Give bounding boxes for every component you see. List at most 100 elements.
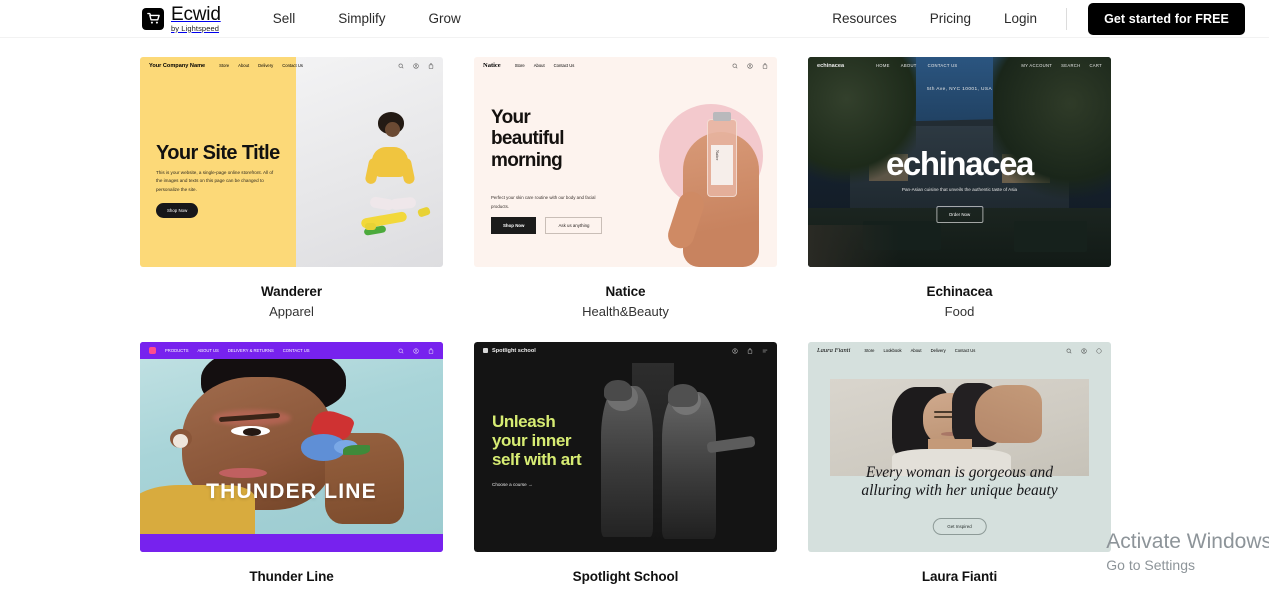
nav-item-sell[interactable]: Sell [273,11,296,26]
nav-item-simplify[interactable]: Simplify [338,11,385,26]
preview-navbar: Spotlight school [474,342,777,359]
template-thumbnail-laura-fianti[interactable]: Every woman is gorgeous and alluring wit… [808,342,1111,552]
preview-heading-line-2: your inner [492,431,572,451]
template-thumbnail-thunder-line[interactable]: THUNDER LINE PRODUCTS ABOUT US DELIVERY … [140,342,443,552]
model-shoe-left [365,222,377,230]
preview-heading-line-3: morning [491,149,563,171]
school-logo-icon [483,348,488,353]
template-card-wanderer[interactable]: Your Site Title This is your website, a … [140,57,443,319]
preview-shop-now-button[interactable]: Shop Now [491,217,537,234]
model-face [384,122,400,138]
preview-nav-store[interactable]: Store [219,63,229,68]
model-shoe-right [417,206,431,218]
preview-nav-about[interactable]: ABOUT [901,63,917,68]
bag-icon[interactable] [428,62,434,69]
preview-nav-delivery[interactable]: Delivery [258,63,273,68]
preview-navbar: PRODUCTS ABOUT US DELIVERY & RETURNS CON… [140,342,443,359]
cart-logo-icon [149,347,156,354]
preview-logo: Your Company Name [149,62,206,69]
template-card-thunder-line[interactable]: THUNDER LINE PRODUCTS ABOUT US DELIVERY … [140,342,443,589]
preview-navbar: Laura Fianti Store Lookbook About Delive… [808,342,1111,359]
bottle-label: Natice [711,145,733,185]
bottle-label-text: Natice [715,150,720,161]
preview-heading-line-3: self with art [492,450,582,470]
model-arm [975,384,1043,443]
model-leg-right [389,196,417,211]
template-category: Food [944,304,975,319]
nav-item-grow[interactable]: Grow [428,11,460,26]
account-icon[interactable] [747,62,753,69]
preview-nav-store[interactable]: Store [864,348,874,353]
nav-item-login[interactable]: Login [1004,11,1037,26]
preview-nav-delivery[interactable]: Delivery [931,348,946,353]
template-thumbnail-echinacea[interactable]: 5th Ave, NYC 10001, USA echinacea Pan-As… [808,57,1111,267]
account-icon[interactable] [413,347,419,354]
preview-nav-about[interactable]: About [911,348,922,353]
preview-quote-line-2: alluring with her unique beauty [861,481,1058,499]
preview-ask-us-button[interactable]: Ask us anything [545,217,603,234]
preview-order-now-button[interactable]: Order Now [935,206,984,223]
ecwid-logo[interactable]: Ecwid by Lightspeed [142,5,221,33]
bag-icon[interactable] [428,347,434,354]
preview-nav-contact[interactable]: Contact Us [955,348,976,353]
preview-nav-products[interactable]: PRODUCTS [165,348,189,353]
account-icon[interactable] [413,62,419,69]
template-card-spotlight-school[interactable]: Unleash your inner self with art Choose … [474,342,777,589]
preview-heading-line-1: Your [491,107,531,128]
model-sweater [372,147,409,178]
preview-logo: Natice [483,62,501,69]
search-icon[interactable] [398,63,404,69]
preview-body: Perfect your skin care routine with our … [491,195,596,209]
template-card-echinacea[interactable]: 5th Ave, NYC 10001, USA echinacea Pan-As… [808,57,1111,319]
get-started-button[interactable]: Get started for FREE [1088,2,1245,35]
template-category: Health&Beauty [582,304,669,319]
preview-nav-about-us[interactable]: ABOUT US [198,348,219,353]
account-icon[interactable] [732,347,738,354]
template-card-laura-fianti[interactable]: Every woman is gorgeous and alluring wit… [808,342,1111,589]
bag-icon[interactable] [1096,347,1102,354]
preview-nav-cart[interactable]: CART [1089,63,1102,68]
template-thumbnail-spotlight-school[interactable]: Unleash your inner self with art Choose … [474,342,777,552]
preview-nav-home[interactable]: HOME [876,63,890,68]
preview-tagline: Pan-Asian cuisine that unveils the authe… [901,187,1018,192]
page-root: Ecwid by Lightspeed Sell Simplify Grow R… [0,0,1269,591]
preview-navbar: Natice Store About Contact Us [474,57,777,74]
preview-nav-delivery-returns[interactable]: DELIVERY & RETURNS [228,348,274,353]
preview-nav-contact[interactable]: CONTACT US [928,63,958,68]
nav-item-resources[interactable]: Resources [832,11,897,26]
preview-nav-about[interactable]: About [238,63,249,68]
dancer-left-hair [604,379,632,401]
preview-nav-contact-us[interactable]: CONTACT US [283,348,310,353]
preview-shop-now-button[interactable]: Shop Now [156,203,199,218]
template-thumbnail-natice[interactable]: Natice Your beautiful morning Perfect yo… [474,57,777,267]
preview-nav-search[interactable]: SEARCH [1061,63,1080,68]
preview-body: This is your website, a single-page onli… [156,170,274,192]
template-title: Thunder Line [249,569,334,584]
preview-nav-contact[interactable]: Contact Us [554,63,575,68]
preview-nav-about[interactable]: About [534,63,545,68]
template-card-natice[interactable]: Natice Your beautiful morning Perfect yo… [474,57,777,319]
preview-nav-lookbook[interactable]: Lookbook [883,348,901,353]
preview-logo: echinacea [817,62,845,69]
menu-icon[interactable] [762,348,768,354]
preview-get-inspired-button[interactable]: Get Inspired [932,518,987,535]
account-icon[interactable] [1081,347,1087,354]
walkway [808,225,899,267]
preview-logo: Laura Fianti [817,347,851,354]
nav-divider [1066,7,1068,30]
nav-item-pricing[interactable]: Pricing [930,11,971,26]
preview-heading-line-1: Unleash [492,412,556,431]
preview-nav-contact[interactable]: Contact Us [282,63,303,68]
preview-footer-bar [140,534,443,552]
search-icon[interactable] [732,63,738,69]
preview-nav-my-account[interactable]: MY ACCOUNT [1021,63,1052,68]
preview-logo-text: Spotlight school [492,347,536,354]
bag-icon[interactable] [747,347,753,354]
template-title: Laura Fianti [921,569,998,584]
bag-icon[interactable] [762,62,768,69]
preview-nav-store[interactable]: Store [515,63,525,68]
search-icon[interactable] [1066,348,1072,354]
preview-choose-course-link[interactable]: Choose a course → [492,482,533,487]
template-thumbnail-wanderer[interactable]: Your Site Title This is your website, a … [140,57,443,267]
search-icon[interactable] [398,348,404,354]
